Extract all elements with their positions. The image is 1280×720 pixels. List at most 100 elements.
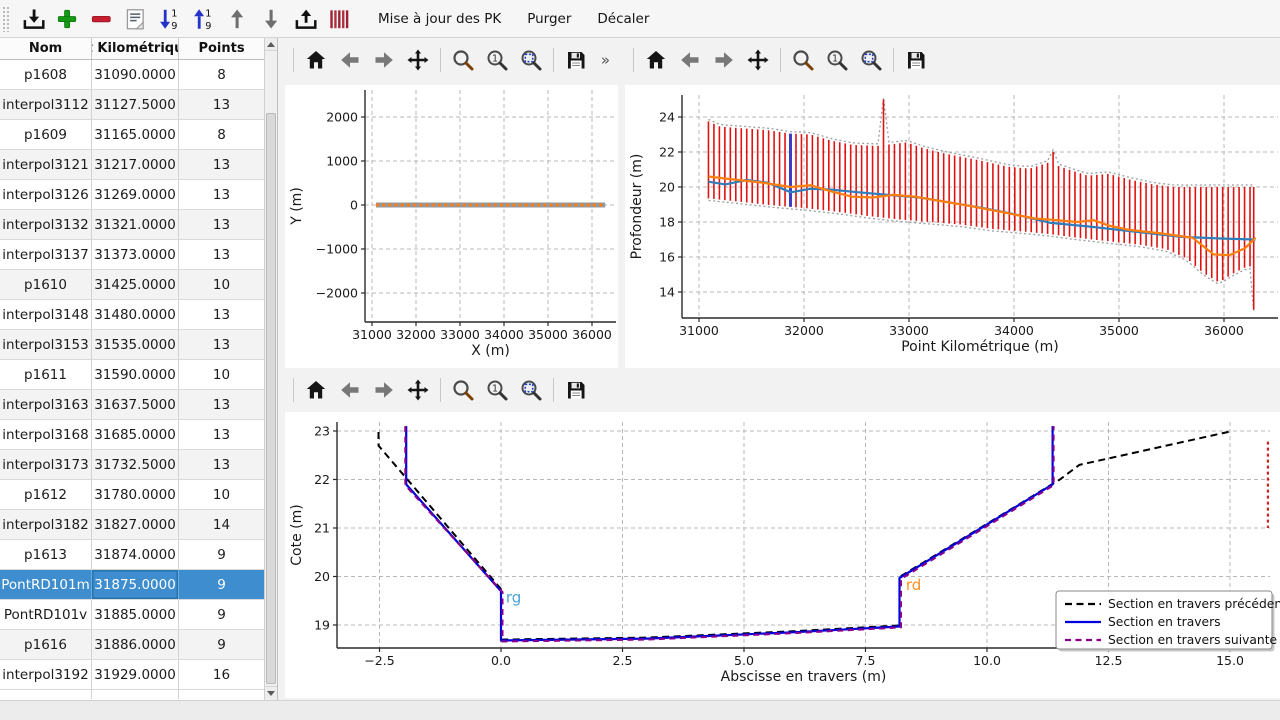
table-row[interactable]: interpol319231929.000016 (0, 660, 265, 690)
cell-points[interactable]: 10 (179, 360, 265, 389)
move-up-button[interactable] (221, 3, 253, 35)
cell-points[interactable]: 9 (179, 540, 265, 569)
cell-pk[interactable]: 31269.0000 (92, 180, 179, 209)
zoom-one-button[interactable]: 1 (482, 45, 512, 75)
cell-nom[interactable]: p1609 (0, 120, 92, 149)
edit-notes-button[interactable] (119, 3, 151, 35)
cell-pk[interactable]: 31480.0000 (92, 300, 179, 329)
table-row[interactable]: interpol314831480.000013 (0, 300, 265, 330)
table-row[interactable]: interpol312631269.000013 (0, 180, 265, 210)
pan-button[interactable] (403, 375, 433, 405)
cell-pk[interactable]: 31637.5000 (92, 390, 179, 419)
plan-view-canvas[interactable]: 310003200033000340003500036000−2000−1000… (285, 85, 618, 368)
cell-nom[interactable]: p1616 (0, 630, 92, 659)
table-row[interactable]: interpol317331732.500013 (0, 450, 265, 480)
cell-points[interactable]: 16 (179, 660, 265, 689)
table-scrollbar[interactable] (264, 38, 277, 700)
table-row[interactable]: interpol313731373.000013 (0, 240, 265, 270)
cross-section-canvas[interactable]: −2.50.02.55.07.510.012.515.01920212223Ab… (285, 412, 1280, 698)
table-row[interactable]: interpol312131217.000013 (0, 150, 265, 180)
cell-points[interactable]: 13 (179, 210, 265, 239)
cell-points[interactable]: 14 (179, 510, 265, 539)
cell-points[interactable]: 13 (179, 180, 265, 209)
cell-nom[interactable]: p1613 (0, 540, 92, 569)
sort-ascending-button[interactable]: 1 9 (187, 3, 219, 35)
table-row[interactable]: interpol318231827.000014 (0, 510, 265, 540)
zoom-fit-button[interactable] (516, 45, 546, 75)
sort-descending-button[interactable]: 1 9 (153, 3, 185, 35)
forward-button[interactable] (369, 375, 399, 405)
forward-button[interactable] (369, 45, 399, 75)
cell-nom[interactable]: interpol3126 (0, 180, 92, 209)
cell-points[interactable]: 13 (179, 240, 265, 269)
import-button[interactable] (17, 3, 49, 35)
cell-nom[interactable]: interpol3163 (0, 390, 92, 419)
profile-canvas[interactable]: 3100032000330003400035000360001416182022… (625, 85, 1280, 368)
cell-nom[interactable]: interpol3173 (0, 450, 92, 479)
column-header-point-kilometrique[interactable]: t Kilométriqu (92, 38, 179, 59)
cell-points[interactable]: 13 (179, 90, 265, 119)
table-row[interactable]: PontRD101v31885.00009 (0, 600, 265, 630)
menu-purger[interactable]: Purger (527, 11, 571, 27)
cell-nom[interactable]: interpol3112 (0, 90, 92, 119)
home-button[interactable] (301, 375, 331, 405)
cell-points[interactable]: 13 (179, 300, 265, 329)
column-header-nom[interactable]: Nom (0, 38, 92, 59)
menu-decaler[interactable]: Décaler (597, 11, 649, 27)
table-row[interactable]: interpol311231127.500013 (0, 90, 265, 120)
scrollbar-thumb[interactable] (266, 113, 276, 684)
table-row[interactable]: interpol316831685.000013 (0, 420, 265, 450)
cell-points[interactable]: 9 (179, 600, 265, 629)
cell-pk[interactable]: 31090.0000 (92, 60, 179, 89)
cell-nom[interactable]: interpol3132 (0, 210, 92, 239)
cell-pk[interactable]: 31165.0000 (92, 120, 179, 149)
cell-points[interactable]: 13 (179, 390, 265, 419)
cell-points[interactable]: 9 (179, 570, 265, 599)
zoom-fit-button[interactable] (516, 375, 546, 405)
home-button[interactable] (641, 45, 671, 75)
table-row[interactable]: p161331874.00009 (0, 540, 265, 570)
cell-nom[interactable]: p1610 (0, 270, 92, 299)
table-row[interactable]: p161131590.000010 (0, 360, 265, 390)
cell-pk[interactable]: 31535.0000 (92, 330, 179, 359)
table-row[interactable]: interpol315331535.000013 (0, 330, 265, 360)
cell-pk[interactable]: 31321.0000 (92, 210, 179, 239)
remove-button[interactable] (85, 3, 117, 35)
zoom-fit-button[interactable] (856, 45, 886, 75)
cell-pk[interactable]: 31875.0000 (92, 570, 179, 599)
cell-pk[interactable]: 31929.0000 (92, 660, 179, 689)
zoom-one-button[interactable]: 1 (822, 45, 852, 75)
cell-points[interactable]: 10 (179, 480, 265, 509)
zoom-button[interactable] (788, 45, 818, 75)
cell-points[interactable]: 13 (179, 450, 265, 479)
pan-button[interactable] (403, 45, 433, 75)
cell-pk[interactable]: 31886.0000 (92, 630, 179, 659)
pan-button[interactable] (743, 45, 773, 75)
menu-mise-a-jour-pk[interactable]: Mise à jour des PK (378, 11, 501, 27)
cell-nom[interactable]: p1608 (0, 60, 92, 89)
cell-pk[interactable]: 31685.0000 (92, 420, 179, 449)
cell-nom[interactable]: PontRD101v (0, 600, 92, 629)
cell-pk[interactable]: 31874.0000 (92, 540, 179, 569)
forward-button[interactable] (709, 45, 739, 75)
cell-nom[interactable]: interpol3148 (0, 300, 92, 329)
cell-points[interactable]: 8 (179, 120, 265, 149)
toolbar-grip[interactable] (2, 6, 10, 32)
table-row[interactable]: p161031425.000010 (0, 270, 265, 300)
cell-pk[interactable]: 31127.5000 (92, 90, 179, 119)
cell-pk[interactable]: 31780.0000 (92, 480, 179, 509)
cell-nom[interactable]: interpol3168 (0, 420, 92, 449)
scroll-up-button[interactable] (265, 38, 277, 51)
cell-pk[interactable]: 31425.0000 (92, 270, 179, 299)
cell-nom[interactable]: interpol3137 (0, 240, 92, 269)
table-row[interactable]: p160831090.00008 (0, 60, 265, 90)
cell-nom[interactable]: interpol3182 (0, 510, 92, 539)
export-button[interactable] (289, 3, 321, 35)
cell-points[interactable]: 10 (179, 270, 265, 299)
cell-pk[interactable]: 31217.0000 (92, 150, 179, 179)
cell-points[interactable]: 8 (179, 60, 265, 89)
cell-pk[interactable]: 31590.0000 (92, 360, 179, 389)
save-figure-button[interactable] (561, 375, 591, 405)
cell-pk[interactable]: 31373.0000 (92, 240, 179, 269)
move-down-button[interactable] (255, 3, 287, 35)
